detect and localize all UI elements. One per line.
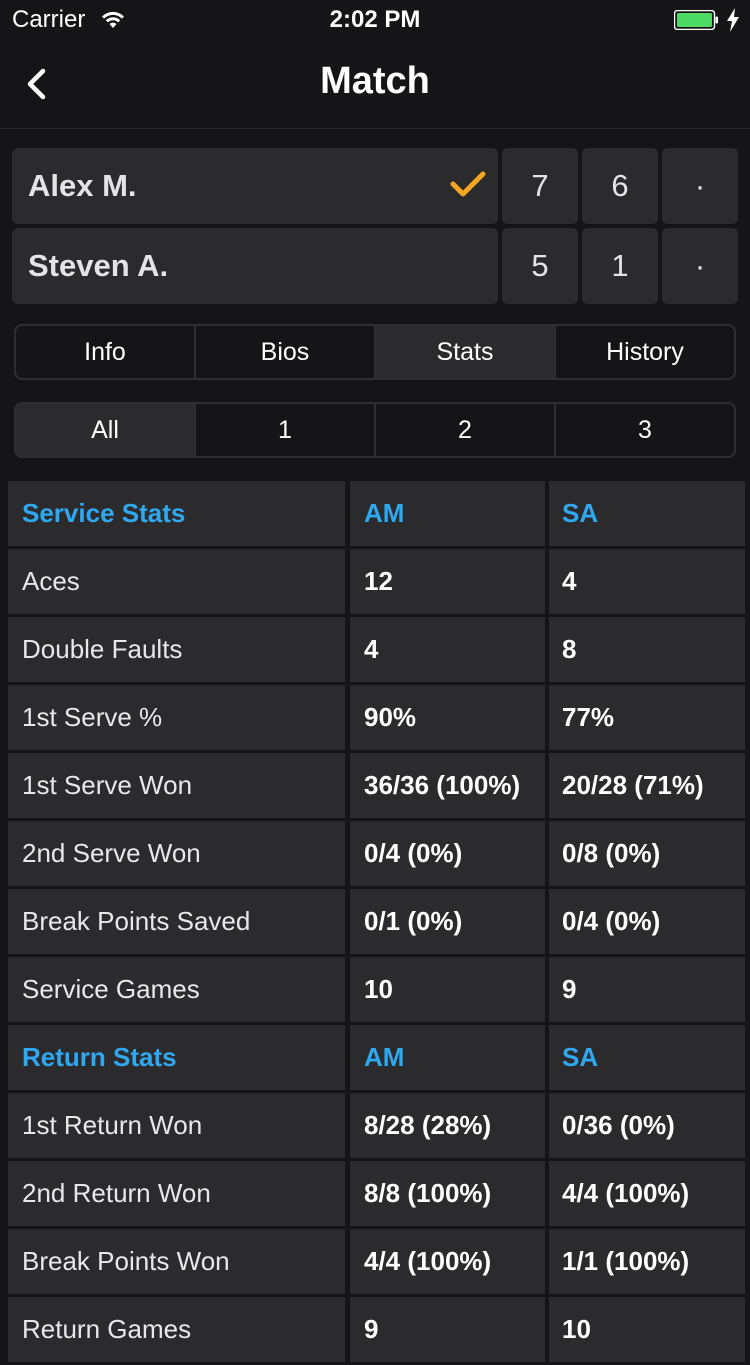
filter-set-1[interactable]: 1 [196, 404, 376, 456]
stat-row-first-return-won: 1st Return Won 8/28 (28%) 0/36 (0%) [8, 1093, 745, 1158]
stat-row-service-games: Service Games 10 9 [8, 957, 745, 1022]
stat-value-am: 8/28 (28%) [350, 1093, 545, 1158]
player-cell: Alex M. [12, 148, 498, 224]
tab-stats[interactable]: Stats [376, 326, 556, 378]
stat-value-am: 0/1 (0%) [350, 889, 545, 954]
stat-label: 2nd Return Won [8, 1161, 345, 1226]
stat-row-double-faults: Double Faults 4 8 [8, 617, 745, 682]
section-title: Service Stats [8, 481, 345, 546]
set-score-3: · [662, 148, 738, 224]
player-name: Alex M. [28, 168, 137, 203]
stat-value-am: 10 [350, 957, 545, 1022]
stat-label: 1st Serve Won [8, 753, 345, 818]
stat-row-first-serve-pct: 1st Serve % 90% 77% [8, 685, 745, 750]
stat-row-second-return-won: 2nd Return Won 8/8 (100%) 4/4 (100%) [8, 1161, 745, 1226]
stat-value-sa: 0/4 (0%) [549, 889, 745, 954]
set-score-2: 1 [582, 228, 658, 304]
stat-value-sa: 9 [549, 957, 745, 1022]
tab-history[interactable]: History [556, 326, 734, 378]
player-name: Steven A. [28, 248, 169, 283]
service-stats-header: Service Stats AM SA [8, 481, 745, 546]
tab-info[interactable]: Info [16, 326, 196, 378]
set-score-3: · [662, 228, 738, 304]
player-row-1: Alex M. 7 6 · [12, 148, 738, 224]
stat-label: 1st Serve % [8, 685, 345, 750]
column-header-am: AM [350, 1025, 545, 1090]
player-row-2: Steven A. 5 1 · [12, 228, 738, 304]
set-score-1: 5 [502, 228, 578, 304]
stat-row-return-games: Return Games 9 10 [8, 1297, 745, 1362]
filter-set-3[interactable]: 3 [556, 404, 734, 456]
page-title: Match [320, 60, 430, 102]
stat-value-sa: 8 [549, 617, 745, 682]
stat-value-sa: 1/1 (100%) [549, 1229, 745, 1294]
status-time: 2:02 PM [329, 6, 421, 33]
column-header-sa: SA [549, 481, 745, 546]
stat-label: Break Points Won [8, 1229, 345, 1294]
stat-value-sa: 20/28 (71%) [549, 753, 745, 818]
tab-bios[interactable]: Bios [196, 326, 376, 378]
return-stats-header: Return Stats AM SA [8, 1025, 745, 1090]
tab-bar: Info Bios Stats History [14, 324, 736, 380]
stat-value-sa: 10 [549, 1297, 745, 1362]
navigation-bar: Match [0, 40, 750, 129]
stat-row-first-serve-won: 1st Serve Won 36/36 (100%) 20/28 (71%) [8, 753, 745, 818]
stat-label: 2nd Serve Won [8, 821, 345, 886]
stat-value-sa: 0/8 (0%) [549, 821, 745, 886]
column-header-sa: SA [549, 1025, 745, 1090]
stat-row-aces: Aces 12 4 [8, 549, 745, 614]
stat-row-break-points-saved: Break Points Saved 0/1 (0%) 0/4 (0%) [8, 889, 745, 954]
charging-icon [727, 8, 739, 32]
status-bar: Carrier 2:02 PM [0, 0, 750, 40]
stat-value-am: 12 [350, 549, 545, 614]
stat-label: Aces [8, 549, 345, 614]
stat-value-am: 8/8 (100%) [350, 1161, 545, 1226]
stat-value-am: 0/4 (0%) [350, 821, 545, 886]
stat-value-am: 9 [350, 1297, 545, 1362]
set-score-1: 7 [502, 148, 578, 224]
stat-row-break-points-won: Break Points Won 4/4 (100%) 1/1 (100%) [8, 1229, 745, 1294]
set-score-2: 6 [582, 148, 658, 224]
stat-value-sa: 4 [549, 549, 745, 614]
stat-value-am: 36/36 (100%) [350, 753, 545, 818]
stat-value-sa: 0/36 (0%) [549, 1093, 745, 1158]
stat-value-am: 90% [350, 685, 545, 750]
section-title: Return Stats [8, 1025, 345, 1090]
filter-set-2[interactable]: 2 [376, 404, 556, 456]
stat-row-second-serve-won: 2nd Serve Won 0/4 (0%) 0/8 (0%) [8, 821, 745, 886]
column-header-am: AM [350, 481, 545, 546]
stat-value-am: 4/4 (100%) [350, 1229, 545, 1294]
player-cell: Steven A. [12, 228, 498, 304]
stat-value-am: 4 [350, 617, 545, 682]
filter-all[interactable]: All [16, 404, 196, 456]
stat-label: Double Faults [8, 617, 345, 682]
stat-value-sa: 77% [549, 685, 745, 750]
winner-check-icon [450, 171, 486, 197]
stat-label: Return Games [8, 1297, 345, 1362]
stat-label: 1st Return Won [8, 1093, 345, 1158]
stat-value-sa: 4/4 (100%) [549, 1161, 745, 1226]
stat-label: Service Games [8, 957, 345, 1022]
stats-table: Service Stats AM SA Aces 12 4 Double Fau… [8, 481, 745, 1365]
set-filter: All 1 2 3 [14, 402, 736, 458]
battery-icon [674, 10, 718, 30]
stat-label: Break Points Saved [8, 889, 345, 954]
